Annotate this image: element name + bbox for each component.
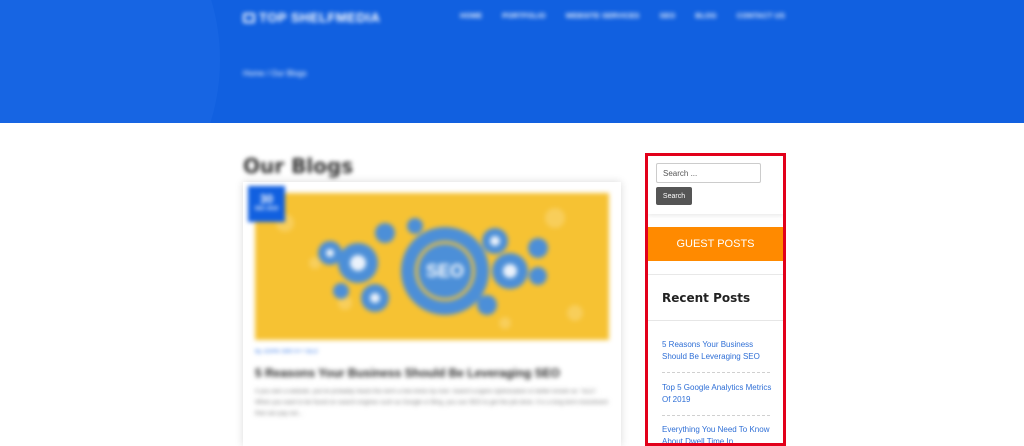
main-nav: HOME PORTFOLIO WEBSITE SERVICES SEO BLOG…: [460, 13, 805, 20]
post-featured-image[interactable]: SEO: [255, 193, 609, 340]
seo-gears-illustration: SEO: [255, 193, 609, 340]
post-meta[interactable]: by JOHN SMITH • SEO: [255, 349, 318, 355]
guest-posts-button[interactable]: GUEST POSTS: [648, 227, 783, 261]
nav-contact-us[interactable]: CONTACT US: [737, 13, 785, 20]
hero-header: TOP SHELFMEDIA HOME PORTFOLIO WEBSITE SE…: [0, 0, 1024, 123]
hero-decor-curve: [0, 0, 220, 123]
page-title: Our Blogs: [243, 154, 354, 178]
post-excerpt: If you own a website, you've probably he…: [255, 389, 608, 417]
nav-home[interactable]: HOME: [460, 13, 482, 20]
recent-posts-divider: [648, 320, 783, 321]
nav-portfolio[interactable]: PORTFOLIO: [502, 13, 546, 20]
recent-posts-title: Recent Posts: [662, 291, 751, 305]
breadcrumb[interactable]: Home / Our Blogs: [243, 69, 307, 78]
post-title-link[interactable]: 5 Reasons Your Business Should Be Levera…: [255, 366, 560, 380]
sidebar-highlighted: Search GUEST POSTS Recent Posts 5 Reason…: [645, 153, 786, 446]
nav-website-services[interactable]: WEBSITE SERVICES: [566, 13, 640, 20]
logo-icon: [243, 12, 255, 23]
search-input[interactable]: [656, 163, 761, 183]
recent-posts-widget: Recent Posts 5 Reasons Your Business Sho…: [648, 274, 783, 443]
recent-post-divider: [662, 415, 770, 416]
post-date-month: DEC 2019: [254, 206, 279, 212]
logo-text: TOP SHELFMEDIA: [259, 10, 381, 25]
recent-post-link[interactable]: Everything You Need To Know About Dwell …: [662, 424, 772, 443]
post-date-day: 30: [259, 192, 274, 206]
nav-seo[interactable]: SEO: [660, 13, 676, 20]
recent-post-divider: [662, 372, 770, 373]
search-button[interactable]: Search: [656, 187, 692, 205]
search-widget: Search: [648, 156, 783, 214]
post-image-label: SEO: [426, 261, 464, 281]
site-logo[interactable]: TOP SHELFMEDIA: [243, 10, 380, 25]
recent-post-link[interactable]: Top 5 Google Analytics Metrics Of 2019: [662, 382, 772, 406]
post-date-badge: 30 DEC 2019: [248, 186, 285, 222]
recent-post-link[interactable]: 5 Reasons Your Business Should Be Levera…: [662, 339, 772, 363]
nav-blog[interactable]: BLOG: [695, 13, 716, 20]
